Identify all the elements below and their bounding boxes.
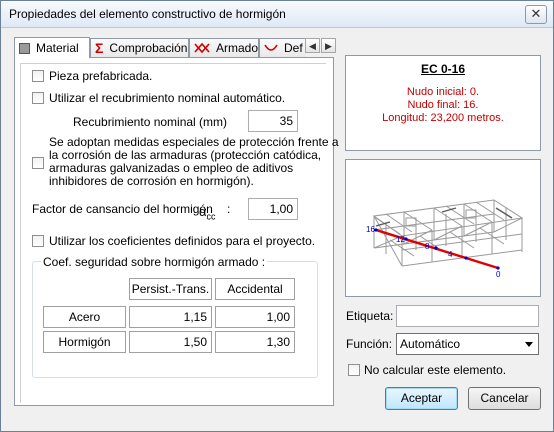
tab-scroll-left-button[interactable]: ◀ (305, 38, 320, 53)
deformation-icon (264, 42, 278, 54)
prefab-label: Pieza prefabricada. (49, 69, 153, 83)
special-measures-label: Se adoptan medidas especiales de protecc… (49, 136, 339, 188)
row-label-acero: Acero (43, 306, 126, 328)
row-label-hormigon: Hormigón (43, 331, 126, 353)
chevron-right-icon: ▶ (325, 41, 332, 51)
fatigue-input[interactable]: 1,00 (248, 198, 298, 220)
project-coef-checkbox[interactable] (32, 235, 44, 247)
special-measures-line: inhibidores de corrosión en hormigón). (49, 174, 254, 188)
alpha-subscript: cc (206, 211, 216, 222)
node-label: 4 (448, 250, 453, 259)
node-label: 8 (425, 242, 430, 251)
close-icon: ✕ (530, 6, 542, 21)
tab-scroll-right-button[interactable]: ▶ (321, 38, 336, 53)
tag-label: Etiqueta: (346, 309, 394, 323)
end-node-text: Nudo final: 16. (407, 99, 479, 111)
accept-button[interactable]: Aceptar (385, 387, 458, 410)
cancel-button[interactable]: Cancelar (468, 387, 541, 410)
start-node-text: Nudo inicial: 0. (406, 86, 480, 98)
material-panel: Pieza prefabricada. Utilizar el recubrim… (14, 57, 339, 406)
fatigue-symbol: αcc (199, 204, 216, 222)
tab-material[interactable]: Material (14, 37, 90, 58)
structure-3d-view[interactable]: 16 12 8 4 0 (345, 159, 541, 297)
length-text: Longitud: 23,200 metros. (382, 112, 504, 124)
tab-label: Def (284, 41, 303, 55)
column-header-persist: Persist.-Trans. (129, 278, 212, 300)
safety-coef-title: Coef. seguridad sobre hormigón armado : (41, 255, 268, 269)
tab-label: Comprobación (109, 41, 188, 55)
tab-armado[interactable]: Armado (189, 38, 259, 57)
hormigon-accidental-cell[interactable]: 1,30 (215, 331, 295, 353)
dialog-window: Propiedades del elemento constructivo de… (0, 0, 554, 432)
function-select[interactable]: Automático (396, 333, 539, 355)
sigma-icon: Σ (95, 40, 104, 56)
tab-deformacion[interactable]: Def (259, 38, 306, 57)
node-label: 16 (366, 225, 375, 234)
cover-input[interactable]: 35 (248, 110, 298, 132)
prefab-checkbox[interactable] (32, 70, 44, 82)
function-select-value: Automático (400, 337, 461, 351)
acero-accidental-cell[interactable]: 1,00 (215, 306, 295, 328)
chevron-down-icon (525, 342, 533, 347)
tag-input[interactable] (396, 305, 539, 327)
nominal-cover-checkbox[interactable] (32, 92, 44, 104)
column-header-accidental: Accidental (215, 278, 295, 300)
fatigue-colon: : (227, 202, 231, 216)
close-button[interactable]: ✕ (525, 5, 547, 24)
tab-comprobacion[interactable]: Σ Comprobación (90, 38, 189, 57)
no-calc-checkbox[interactable] (348, 364, 360, 376)
square-icon (19, 42, 30, 54)
acero-persist-cell[interactable]: 1,15 (129, 306, 212, 328)
fatigue-label: Factor de cansancio del hormigón (32, 202, 213, 216)
rebar-icon (194, 42, 210, 54)
tab-label: Armado (216, 41, 259, 55)
alpha-symbol: α (199, 204, 207, 219)
title-bar: Propiedades del elemento constructivo de… (1, 1, 553, 28)
nominal-cover-label: Utilizar el recubrimiento nominal automá… (49, 91, 286, 105)
window-title: Propiedades del elemento constructivo de… (9, 7, 286, 21)
project-coef-label: Utilizar los coeficientes definidos para… (49, 234, 316, 248)
element-info-box: EC 0-16 Nudo inicial: 0. Nudo final: 16.… (345, 55, 541, 151)
cover-field-label: Recubrimiento nominal (mm) (73, 115, 228, 129)
node-label: 0 (496, 270, 501, 279)
hormigon-persist-cell[interactable]: 1,50 (129, 331, 212, 353)
tab-label: Material (36, 41, 79, 55)
node-label: 12 (396, 235, 405, 244)
function-label: Función: (346, 337, 393, 351)
element-code: EC 0-16 (420, 62, 466, 76)
chevron-left-icon: ◀ (309, 41, 316, 51)
no-calc-label: No calcular este elemento. (364, 363, 507, 377)
special-measures-checkbox[interactable] (32, 157, 44, 169)
structure-3d-drawing: 16 12 8 4 0 (366, 199, 524, 279)
